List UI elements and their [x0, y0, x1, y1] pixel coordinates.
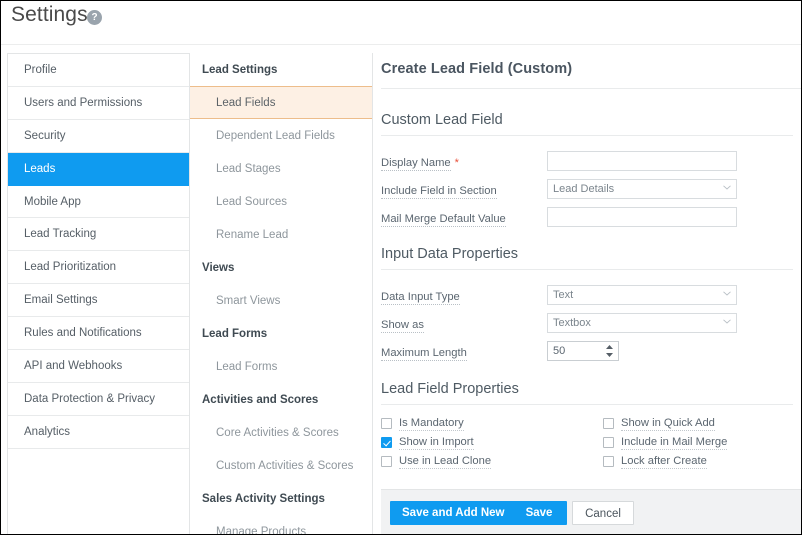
- sidebar-item-smart-views[interactable]: Smart Views: [190, 284, 372, 317]
- sidebar-item-analytics[interactable]: Analytics: [8, 415, 189, 449]
- section-custom-lead-field: Custom Lead Field Display Name * Include …: [381, 112, 793, 231]
- checkbox-label-lock-after-create: Lock after Create: [621, 454, 707, 469]
- label-include-field-in-section: Include Field in Section: [381, 184, 497, 199]
- label-cell-mail-merge-default-value: Mail Merge Default Value: [381, 208, 547, 227]
- sidebar-item-dependent-lead-fields[interactable]: Dependent Lead Fields: [190, 119, 372, 152]
- label-cell-include-field-in-section: Include Field in Section: [381, 180, 547, 199]
- label-mail-merge-default-value: Mail Merge Default Value: [381, 212, 506, 227]
- sidebar-item-security[interactable]: Security: [8, 119, 189, 153]
- section-heading-custom-lead-field: Custom Lead Field: [381, 112, 793, 136]
- row-include-field-in-section: Include Field in Section Lead Details: [381, 175, 793, 203]
- section-heading-input-data-properties: Input Data Properties: [381, 246, 793, 270]
- sidebar-item-custom-activities-scores[interactable]: Custom Activities & Scores: [190, 449, 372, 482]
- label-cell-maximum-length: Maximum Length: [381, 342, 547, 361]
- checkbox-lock-after-create[interactable]: Lock after Create: [603, 452, 727, 471]
- page-header: Settings ?: [1, 1, 801, 45]
- data-input-type-select[interactable]: Text: [547, 285, 737, 305]
- display-name-input[interactable]: [547, 151, 737, 171]
- label-maximum-length: Maximum Length: [381, 346, 467, 361]
- checkbox-label-show-in-quick-add: Show in Quick Add: [621, 416, 715, 431]
- sidebar-item-rename-lead[interactable]: Rename Lead: [190, 218, 372, 251]
- primary-sidebar: Profile Users and Permissions Security Lead…: [7, 53, 190, 534]
- sidebar-item-profile[interactable]: Profile: [8, 54, 189, 87]
- checkbox-use-in-lead-clone[interactable]: Use in Lead Clone: [381, 452, 492, 471]
- data-input-type-value: Text: [547, 285, 737, 305]
- checkbox-unchecked-icon[interactable]: [603, 456, 614, 467]
- checkbox-label-is-mandatory: Is Mandatory: [399, 416, 464, 431]
- label-cell-data-input-type: Data Input Type: [381, 286, 547, 305]
- checkbox-unchecked-icon[interactable]: [603, 418, 614, 429]
- sidebar-item-lead-stages[interactable]: Lead Stages: [190, 152, 372, 185]
- section-input-data-properties: Input Data Properties Data Input Type Te…: [381, 246, 793, 365]
- checkbox-column-right: Show in Quick Add Include in Mail Merge Lo…: [603, 414, 728, 471]
- checkbox-show-in-quick-add[interactable]: Show in Quick Add: [603, 414, 727, 433]
- maximum-length-stepper[interactable]: [547, 341, 619, 361]
- include-field-in-section-value: Lead Details: [547, 179, 737, 199]
- sidebar-group-activities-and-scores: Activities and Scores: [202, 393, 319, 406]
- sidebar-group-sales-activity-settings: Sales Activity Settings: [202, 492, 325, 505]
- checkbox-unchecked-icon[interactable]: [603, 437, 614, 448]
- label-display-name: Display Name: [381, 156, 451, 171]
- label-cell-show-as: Show as: [381, 314, 547, 333]
- sidebar-group-lead-forms: Lead Forms: [202, 327, 268, 340]
- sidebar-item-lead-prioritization[interactable]: Lead Prioritization: [8, 251, 189, 285]
- sidebar-item-manage-products[interactable]: Manage Products: [190, 515, 372, 535]
- checkbox-column-left: Is Mandatory Show in Import Use in Lead Cl…: [381, 414, 492, 471]
- section-heading-lead-field-properties: Lead Field Properties: [381, 381, 793, 405]
- main-content: Create Lead Field (Custom) Custom Lead F…: [373, 53, 801, 534]
- sidebar-item-mobile-app[interactable]: Mobile App: [8, 185, 189, 219]
- sidebar-item-data-protection-privacy[interactable]: Data Protection & Privacy: [8, 382, 189, 416]
- sidebar-item-lead-fields[interactable]: Lead Fields: [190, 86, 372, 119]
- lead-field-properties-checkbox-grid: Is Mandatory Show in Import Use in Lead Cl…: [381, 414, 793, 474]
- checkbox-checked-icon[interactable]: [381, 437, 392, 448]
- checkbox-unchecked-icon[interactable]: [381, 418, 392, 429]
- cancel-button[interactable]: Cancel: [572, 501, 634, 525]
- spinner-up-down-icon[interactable]: [604, 343, 615, 359]
- row-mail-merge-default-value: Mail Merge Default Value: [381, 203, 793, 231]
- sidebar-item-leads[interactable]: Leads: [8, 152, 189, 186]
- secondary-sidebar: Lead Settings Lead Fields Dependent Lead F…: [190, 53, 373, 535]
- sidebar-group-lead-settings: Lead Settings: [202, 63, 278, 76]
- label-data-input-type: Data Input Type: [381, 290, 460, 305]
- sidebar-item-lead-tracking[interactable]: Lead Tracking: [8, 218, 189, 252]
- label-show-as: Show as: [381, 318, 424, 333]
- save-and-add-new-button[interactable]: Save and Add New: [390, 501, 517, 525]
- settings-window: Settings ? Profile Users and Permissions S…: [0, 0, 802, 535]
- checkbox-show-in-import[interactable]: Show in Import: [381, 433, 491, 452]
- sidebar-item-lead-sources[interactable]: Lead Sources: [190, 185, 372, 218]
- sidebar-item-rules-and-notifications[interactable]: Rules and Notifications: [8, 317, 189, 351]
- main-panel-title: Create Lead Field (Custom): [381, 61, 573, 77]
- page-title: Settings: [11, 3, 88, 26]
- section-lead-field-properties: Lead Field Properties Is Mandatory Show i…: [381, 381, 793, 474]
- sidebar-item-api-and-webhooks[interactable]: API and Webhooks: [8, 350, 189, 383]
- checkbox-unchecked-icon[interactable]: [381, 456, 392, 467]
- save-button[interactable]: Save: [511, 501, 567, 525]
- required-marker-display-name: *: [454, 156, 459, 169]
- checkbox-label-include-in-mail-merge: Include in Mail Merge: [621, 435, 728, 450]
- sidebar-group-views: Views: [202, 261, 235, 274]
- show-as-value: Textbox: [547, 313, 737, 333]
- sidebar-item-core-activities-scores[interactable]: Core Activities & Scores: [190, 416, 372, 449]
- include-field-in-section-select[interactable]: Lead Details: [547, 179, 737, 199]
- label-cell-display-name: Display Name *: [381, 152, 547, 171]
- help-circle-icon[interactable]: ?: [87, 10, 102, 25]
- form-footer: Save and Add New Save Cancel: [381, 489, 801, 534]
- show-as-select[interactable]: Textbox: [547, 313, 737, 333]
- mail-merge-default-value-input[interactable]: [547, 207, 737, 227]
- row-maximum-length: Maximum Length: [381, 337, 793, 365]
- sidebar-item-email-settings[interactable]: Email Settings: [8, 284, 189, 318]
- row-data-input-type: Data Input Type Text: [381, 281, 793, 309]
- checkbox-is-mandatory[interactable]: Is Mandatory: [381, 414, 491, 433]
- sidebar-item-users-and-permissions[interactable]: Users and Permissions: [8, 86, 189, 120]
- title-divider: [381, 88, 801, 89]
- sidebar-item-lead-forms[interactable]: Lead Forms: [190, 350, 372, 383]
- checkbox-label-use-in-lead-clone: Use in Lead Clone: [399, 454, 492, 469]
- row-show-as: Show as Textbox: [381, 309, 793, 337]
- checkbox-label-show-in-import: Show in Import: [399, 435, 474, 450]
- row-display-name: Display Name *: [381, 147, 793, 175]
- checkbox-include-in-mail-merge[interactable]: Include in Mail Merge: [603, 433, 728, 452]
